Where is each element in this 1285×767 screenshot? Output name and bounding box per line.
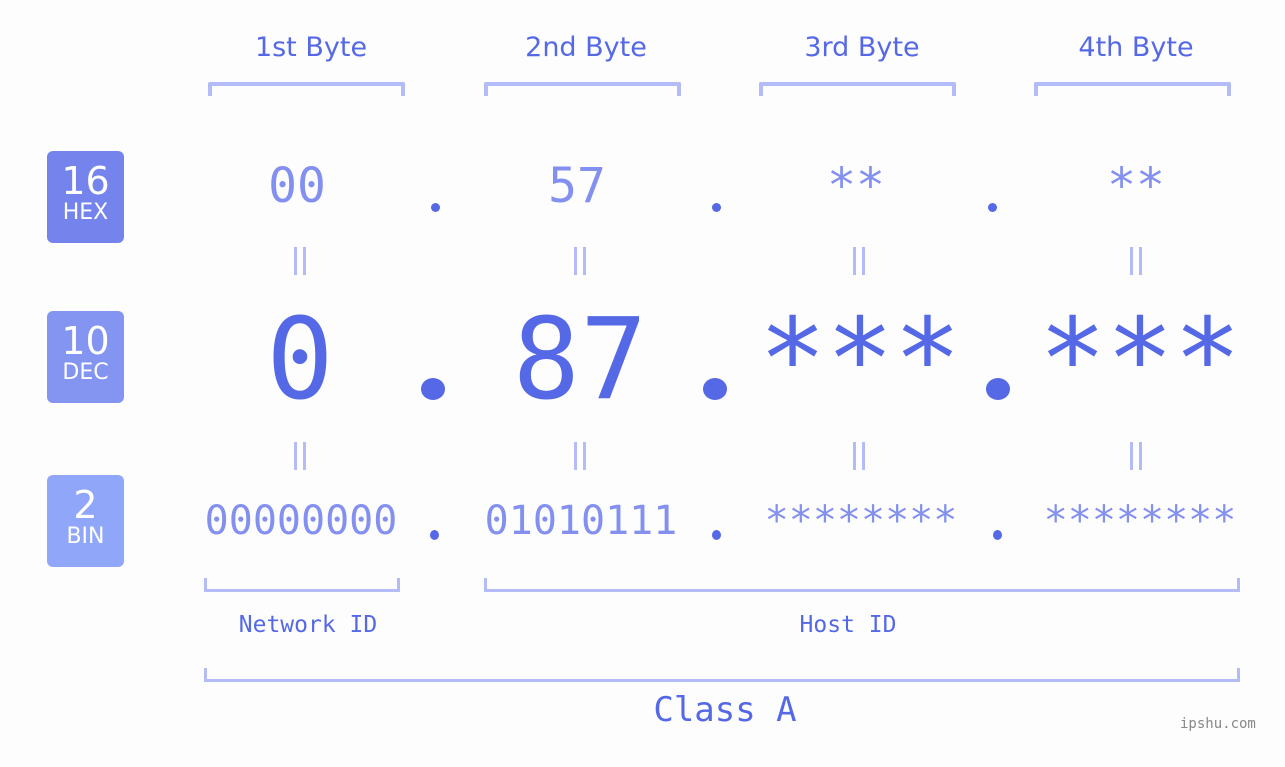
equals-icon	[572, 442, 588, 470]
byte-bracket-4	[1034, 82, 1231, 96]
equals-icon	[572, 247, 588, 275]
dec-byte-3: ***	[758, 295, 962, 425]
byte-bracket-3	[759, 82, 956, 96]
dec-dot-3	[986, 378, 1010, 400]
bin-byte-1: 00000000	[204, 498, 398, 544]
bin-label: BIN	[66, 524, 105, 549]
bin-byte-3: ********	[764, 498, 958, 544]
dec-dot-1	[421, 378, 445, 400]
bin-byte-2: 01010111	[484, 498, 678, 544]
host-id-bracket	[484, 578, 1240, 592]
hex-badge: 16 HEX	[47, 151, 124, 243]
network-id-label: Network ID	[238, 612, 378, 638]
bin-byte-4: ********	[1043, 498, 1237, 544]
equals-icon	[292, 247, 308, 275]
class-bracket	[204, 668, 1240, 682]
dec-base: 10	[61, 319, 110, 363]
bin-base: 2	[73, 483, 98, 527]
bin-dot-3	[993, 530, 1002, 540]
dec-label: DEC	[62, 360, 109, 385]
equals-icon	[851, 247, 867, 275]
hex-byte-3: **	[827, 158, 885, 214]
network-id-bracket	[204, 578, 400, 592]
equals-icon	[292, 442, 308, 470]
watermark: ipshu.com	[1180, 716, 1256, 732]
byte-header-1: 1st Byte	[254, 32, 368, 63]
bin-dot-1	[430, 530, 439, 540]
dec-byte-1: 0	[266, 295, 334, 425]
byte-header-3: 3rd Byte	[804, 32, 920, 63]
hex-byte-2: 57	[548, 158, 606, 214]
hex-dot-3	[988, 203, 997, 212]
bin-badge: 2 BIN	[47, 475, 124, 567]
equals-icon	[1128, 247, 1144, 275]
byte-header-4: 4th Byte	[1078, 32, 1194, 63]
dec-byte-2: 87	[512, 295, 648, 425]
hex-base: 16	[61, 159, 110, 203]
byte-header-2: 2nd Byte	[525, 32, 647, 63]
class-label: Class A	[653, 690, 797, 730]
hex-byte-1: 00	[268, 158, 326, 214]
bin-dot-2	[712, 530, 721, 540]
dec-dot-2	[703, 378, 727, 400]
hex-byte-4: **	[1107, 158, 1165, 214]
dec-badge: 10 DEC	[47, 311, 124, 403]
equals-icon	[851, 442, 867, 470]
byte-bracket-1	[208, 82, 405, 96]
hex-dot-1	[431, 203, 440, 212]
hex-dot-2	[712, 203, 721, 212]
byte-bracket-2	[484, 82, 681, 96]
host-id-label: Host ID	[799, 612, 897, 638]
hex-label: HEX	[62, 200, 109, 225]
dec-byte-4: ***	[1038, 295, 1242, 425]
equals-icon	[1128, 442, 1144, 470]
